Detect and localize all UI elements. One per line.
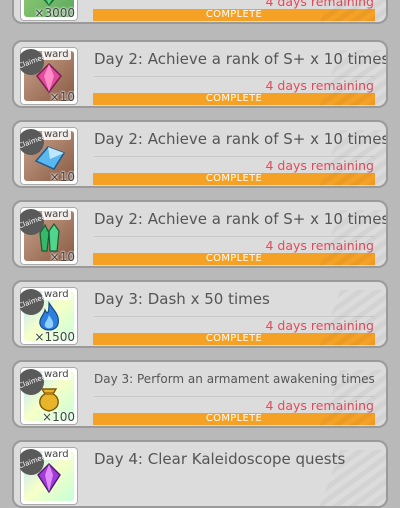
progress-bar-complete: COMPLETE [93,253,375,265]
divider [94,156,374,157]
quest-card[interactable]: ward Claimed ×1500 Day 3: Dash x 50 time… [12,280,388,348]
divider [94,316,374,317]
time-remaining: 4 days remaining [265,318,374,333]
reward-thumbnail[interactable]: ward Claimed ×100 [20,367,78,425]
quest-card[interactable]: ward Claimed Day 4: Clear Kaleidoscope q… [12,440,388,508]
progress-bar-complete: COMPLETE [93,173,375,185]
progress-bar-complete: COMPLETE [93,333,375,345]
divider [94,396,374,397]
reward-thumbnail[interactable]: ward Claimed ×10 [20,47,78,105]
quest-title: Day 3: Perform an armament awakening tim… [94,372,375,386]
time-remaining: 4 days remaining [265,238,374,253]
quest-card[interactable]: ward Claimed ×10 Day 2: Achieve a rank o… [12,120,388,188]
progress-bar-complete: COMPLETE [93,93,375,105]
reward-quantity: ×3000 [34,6,75,20]
reward-thumbnail: ×3000 [20,0,78,21]
progress-bar-complete: COMPLETE [93,413,375,425]
time-remaining: 4 days remaining [265,158,374,173]
reward-quantity: ×1500 [34,330,75,344]
time-remaining: 4 days remaining [265,0,374,9]
quest-card: ×3000 4 days remaining COMPLETE [12,0,388,24]
progress-bar-complete: COMPLETE [93,9,375,21]
divider [94,76,374,77]
quest-title: Day 2: Achieve a rank of S+ x 10 times [94,50,388,68]
reward-quantity: ×10 [49,250,75,264]
reward-thumbnail[interactable]: ward Claimed ×10 [20,207,78,265]
reward-quantity: ×10 [49,90,75,104]
reward-thumbnail[interactable]: ward Claimed ×10 [20,127,78,185]
quest-title: Day 2: Achieve a rank of S+ x 10 times [94,210,388,228]
quest-title: Day 2: Achieve a rank of S+ x 10 times [94,130,388,148]
reward-thumbnail[interactable]: ward Claimed ×1500 [20,287,78,345]
reward-thumbnail[interactable]: ward Claimed [20,447,78,505]
reward-quantity: ×10 [49,170,75,184]
divider [94,236,374,237]
time-remaining: 4 days remaining [265,78,374,93]
quest-title: Day 4: Clear Kaleidoscope quests [94,450,346,468]
quest-title: Day 3: Dash x 50 times [94,290,270,308]
time-remaining: 4 days remaining [265,398,374,413]
reward-quantity: ×100 [42,410,75,424]
quest-card[interactable]: ward Claimed ×10 Day 2: Achieve a rank o… [12,40,388,108]
quest-card[interactable]: ward Claimed ×100 Day 3: Perform an arma… [12,360,388,428]
quest-card[interactable]: ward Claimed ×10 Day 2: Achieve a rank o… [12,200,388,268]
